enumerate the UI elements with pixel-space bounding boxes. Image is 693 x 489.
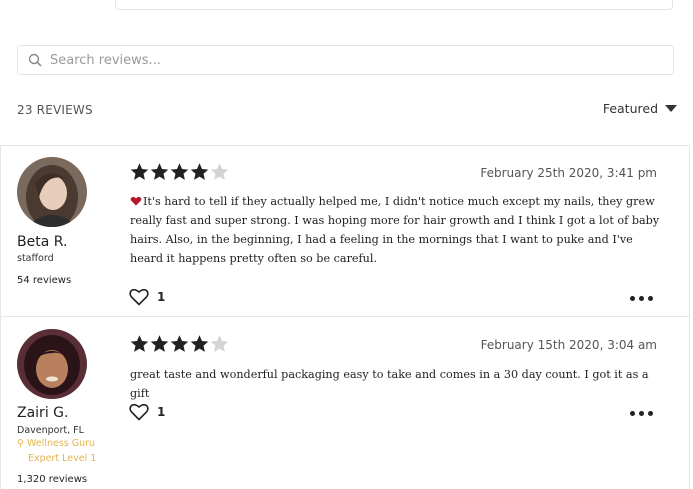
previous-panel-edge [115,0,673,10]
heart-outline-icon [129,403,149,421]
like-count: 1 [157,404,166,419]
star-filled-icon [130,335,149,352]
like-button[interactable]: 1 [129,402,165,421]
star-empty-icon [210,163,229,180]
reviewer-name[interactable]: Beta R. [17,234,67,250]
star-empty-icon [210,335,229,352]
reviewer-badge: ⚲ Wellness Guru [17,438,95,449]
search-bar[interactable] [17,45,674,75]
divider [689,145,690,489]
star-rating [129,161,229,182]
star-filled-icon [150,163,169,180]
divider [0,316,690,317]
review-text-body: It's hard to tell if they actually helpe… [130,195,660,265]
sort-dropdown[interactable]: Featured [603,101,677,116]
heart-emoji-icon [130,196,142,206]
avatar[interactable] [17,157,87,227]
like-button[interactable]: 1 [129,287,165,306]
star-filled-icon [170,335,189,352]
divider [0,145,690,146]
review-text: great taste and wonderful packaging easy… [130,368,649,400]
more-options-icon[interactable] [630,411,653,416]
pin-icon: ⚲ [17,438,24,449]
heart-outline-icon [129,288,149,306]
star-filled-icon [170,163,189,180]
star-filled-icon [130,163,149,180]
star-filled-icon [190,335,209,352]
more-options-icon[interactable] [630,296,653,301]
reviewer-name[interactable]: Zairi G. [17,405,68,421]
reviewer-review-count[interactable]: 54 reviews [17,275,71,286]
star-filled-icon [150,335,169,352]
avatar[interactable] [17,329,87,399]
review-text: It's hard to tell if they actually helpe… [130,192,660,268]
review-count-label: 23 REVIEWS [17,103,93,117]
divider [0,145,1,489]
badge-title: Wellness Guru [27,438,96,449]
badge-level: Expert Level 1 [28,453,97,464]
review-date: February 15th 2020, 3:04 am [480,338,657,352]
like-count: 1 [157,289,166,304]
search-input[interactable] [50,52,650,68]
sort-label: Featured [602,101,658,116]
review-date: February 25th 2020, 3:41 pm [480,166,657,180]
star-rating [129,333,229,354]
reviewer-location: stafford [17,253,54,264]
star-filled-icon [190,163,209,180]
reviewer-location: Davenport, FL [17,425,84,436]
reviewer-review-count[interactable]: 1,320 reviews [17,474,87,485]
search-icon [28,53,42,67]
caret-down-icon [665,105,677,112]
